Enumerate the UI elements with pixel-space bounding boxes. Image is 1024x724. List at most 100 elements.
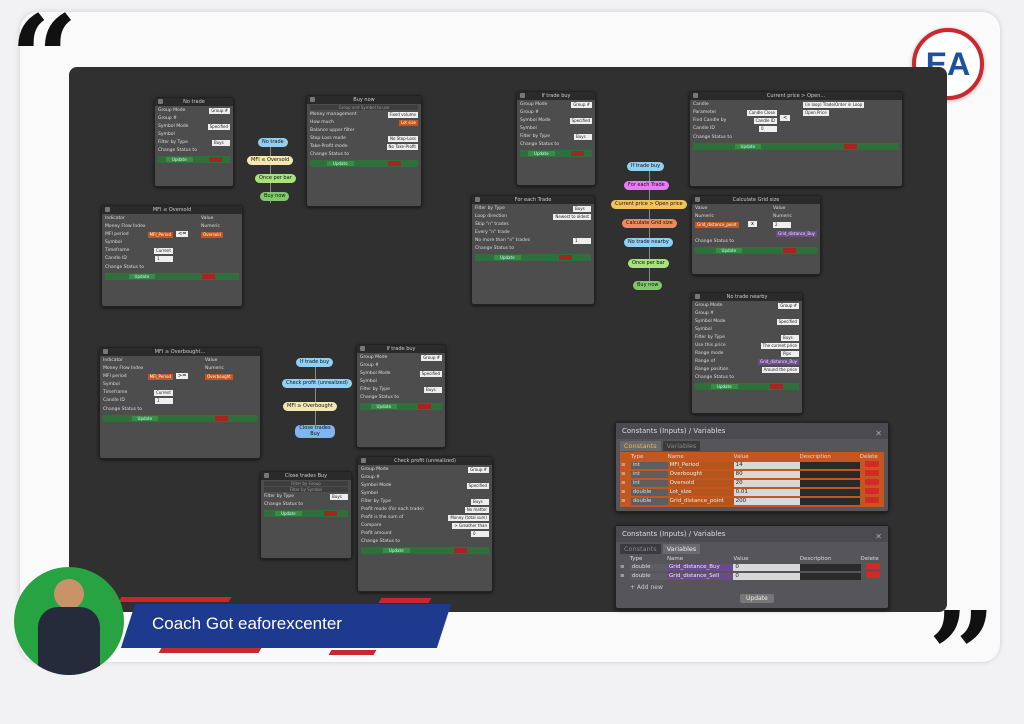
- loop-direction-select[interactable]: Newest to oldest: [553, 213, 591, 220]
- flow-node[interactable]: For each Trade: [624, 181, 669, 190]
- name-input[interactable]: Overbought: [667, 470, 734, 478]
- panel-calculate-grid[interactable]: Calculate Grid size Value Numeric Grid_d…: [691, 195, 821, 275]
- profit-amount-input[interactable]: 0: [471, 530, 489, 537]
- flow-node[interactable]: Once per bar: [628, 259, 669, 268]
- candle-id-input[interactable]: 1: [155, 255, 173, 262]
- delete-button[interactable]: [453, 548, 467, 553]
- timeframe-select[interactable]: Current: [153, 247, 173, 254]
- value-input[interactable]: 0: [733, 572, 800, 580]
- operator-select[interactable]: >=: [176, 373, 189, 379]
- panel-current-price[interactable]: Current price > Open... Candle Parameter…: [689, 91, 903, 187]
- range-position-select[interactable]: Around the price: [761, 366, 799, 373]
- filter-type-select[interactable]: Buys: [330, 493, 348, 500]
- operator-select[interactable]: <: [780, 115, 791, 121]
- group-mode-select[interactable]: Group #: [421, 354, 442, 361]
- update-button[interactable]: Update: [370, 404, 398, 409]
- close-icon[interactable]: [310, 97, 315, 102]
- flow-node[interactable]: Once per bar: [255, 174, 296, 183]
- close-icon[interactable]: [693, 93, 698, 98]
- mm-select[interactable]: Fixed volume: [387, 111, 418, 118]
- sl-select[interactable]: No Stop-Loss: [387, 135, 418, 142]
- delete-button[interactable]: [783, 248, 797, 253]
- operator-select[interactable]: <=: [176, 231, 189, 237]
- group-mode-select[interactable]: Group #: [209, 107, 230, 114]
- delete-button[interactable]: [864, 470, 879, 476]
- panel-if-trade-buy-2[interactable]: If trade buy Group Mode Group # Group # S…: [356, 344, 446, 448]
- update-button[interactable]: Update: [494, 255, 521, 260]
- flow-node[interactable]: No trade nearby: [624, 238, 673, 247]
- delete-button[interactable]: [844, 144, 858, 149]
- update-button[interactable]: Update: [740, 594, 774, 603]
- profit-mode-select[interactable]: No matter: [464, 506, 489, 513]
- operator-select[interactable]: x: [748, 221, 757, 227]
- delete-button[interactable]: [864, 461, 879, 467]
- candle-id-input[interactable]: 0: [759, 125, 777, 132]
- tp-select[interactable]: No Take-Profit: [386, 143, 418, 150]
- name-input[interactable]: Grid_distance_Sell: [666, 572, 734, 580]
- value-input[interactable]: 20: [733, 479, 800, 487]
- mfi-period-input[interactable]: MFI_Period: [147, 373, 173, 380]
- panel-no-trade[interactable]: No trade Group Mode Group # Group # Symbo…: [154, 97, 234, 187]
- close-icon[interactable]: [695, 294, 700, 299]
- type-select[interactable]: double: [629, 572, 667, 580]
- flow-node[interactable]: Current price > Open price: [611, 200, 687, 209]
- panel-buy-now[interactable]: Buy now Group and Symbol to use Money ma…: [306, 95, 422, 207]
- update-button[interactable]: Update: [131, 416, 159, 421]
- filter-type-select[interactable]: Buys: [781, 334, 799, 341]
- delete-button[interactable]: [215, 416, 229, 421]
- delete-button[interactable]: [418, 404, 432, 409]
- delete-button[interactable]: [558, 255, 572, 260]
- panel-check-profit[interactable]: Check profit (unrealized) Group Mode Grou…: [357, 456, 493, 592]
- timeframe-select[interactable]: Current: [153, 389, 173, 396]
- filter-type-select[interactable]: Buys: [574, 133, 592, 140]
- flow-node[interactable]: Buy now: [260, 192, 290, 201]
- profit-sum-select[interactable]: Money (total sum): [448, 514, 489, 521]
- close-icon[interactable]: [475, 197, 480, 202]
- update-button[interactable]: Update: [275, 511, 302, 516]
- filter-type-select[interactable]: Buys: [471, 498, 489, 505]
- panel-close-trades-buy[interactable]: Close trades Buy Filter by Group Filter …: [260, 471, 352, 559]
- close-icon[interactable]: [520, 93, 525, 98]
- type-select[interactable]: double: [630, 497, 668, 505]
- parameter-select[interactable]: Candle Close: [746, 109, 777, 116]
- name-input[interactable]: Lot_size: [667, 488, 734, 496]
- close-icon[interactable]: [103, 349, 108, 354]
- flow-node[interactable]: MFI ≤ Oversold: [247, 156, 294, 165]
- price-select[interactable]: The current price: [760, 342, 799, 349]
- update-button[interactable]: Update: [327, 161, 354, 166]
- close-icon[interactable]: [361, 458, 366, 463]
- group-mode-select[interactable]: Group #: [468, 466, 489, 473]
- delete-button[interactable]: [769, 384, 783, 389]
- type-select[interactable]: double: [629, 563, 667, 571]
- update-button[interactable]: Update: [734, 144, 762, 149]
- close-icon[interactable]: [158, 99, 163, 104]
- description-input[interactable]: [799, 572, 861, 580]
- update-button[interactable]: Update: [711, 384, 738, 389]
- constants-window[interactable]: Constants (Inputs) / Variables ✕ Constant…: [615, 422, 889, 512]
- flow-node[interactable]: Check profit (unrealized): [282, 379, 352, 388]
- update-button[interactable]: Update: [383, 548, 410, 553]
- close-icon[interactable]: [105, 207, 110, 212]
- symbol-mode-select[interactable]: Specified: [207, 123, 230, 130]
- filter-type-select[interactable]: Buys: [212, 139, 230, 146]
- flow-node[interactable]: If trade buy: [627, 162, 665, 171]
- panel-mfi-oversold[interactable]: MFI ≤ Oversold Indicator Money Flow Inde…: [101, 205, 243, 307]
- flow-node[interactable]: Calculate Grid size: [622, 219, 677, 228]
- flow-node[interactable]: MFI ≥ Overbought: [283, 402, 337, 411]
- delete-button[interactable]: [208, 157, 222, 162]
- symbol-mode-select[interactable]: Specified: [569, 117, 592, 124]
- filter-type-select[interactable]: Buys: [573, 205, 591, 212]
- candle-source-select[interactable]: (in loop) Trade/Order in Loop: [803, 101, 865, 108]
- lot-input[interactable]: Lot size: [398, 119, 418, 126]
- value-input[interactable]: 0: [733, 563, 800, 571]
- update-button[interactable]: Update: [528, 151, 555, 156]
- close-icon[interactable]: [264, 473, 269, 478]
- type-select[interactable]: int: [630, 470, 668, 478]
- flow-node[interactable]: If trade buy: [296, 358, 334, 367]
- value-input[interactable]: 200: [733, 497, 800, 505]
- tab-constants[interactable]: Constants: [620, 441, 661, 451]
- description-input[interactable]: [799, 488, 860, 496]
- name-input[interactable]: Grid_distance_Buy: [666, 563, 734, 571]
- compare-select[interactable]: > Greather than: [452, 522, 489, 529]
- delete-button[interactable]: [864, 488, 879, 494]
